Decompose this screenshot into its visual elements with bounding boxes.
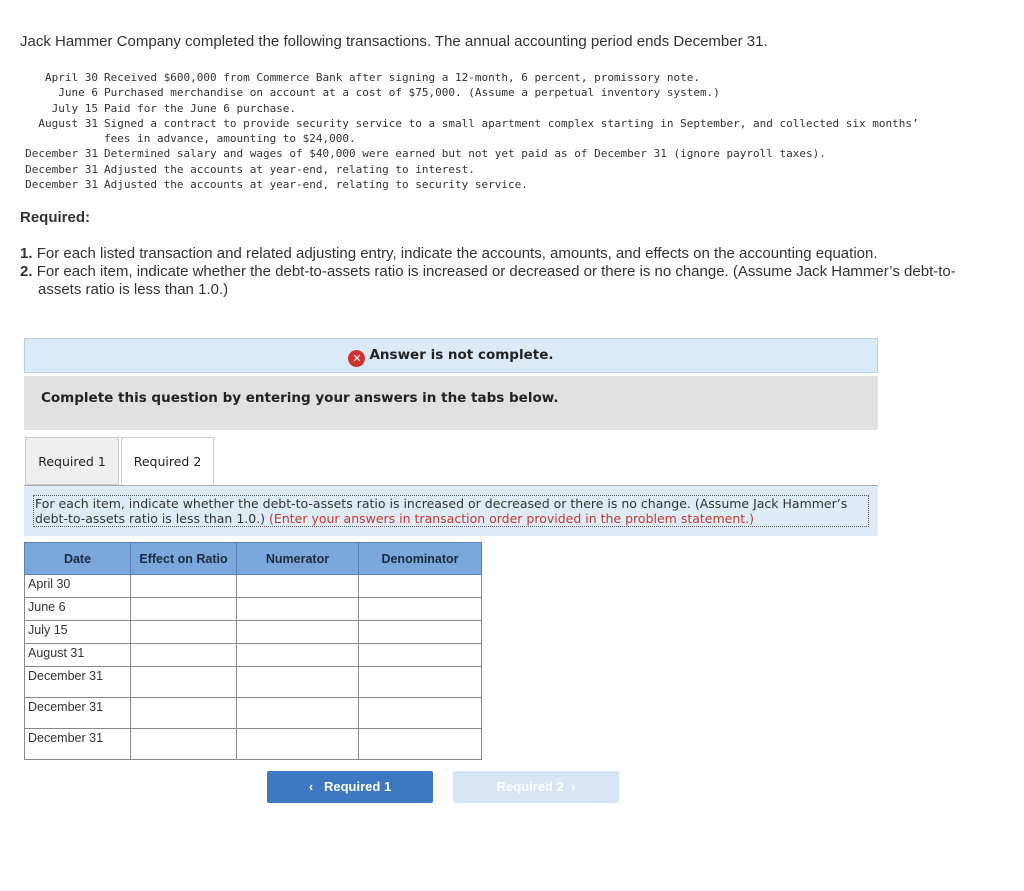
transaction-row: July 15 Paid for the June 6 purchase. bbox=[20, 101, 934, 116]
numerator-input[interactable] bbox=[236, 697, 359, 729]
denominator-input[interactable] bbox=[358, 597, 482, 621]
table-row: July 15 bbox=[24, 620, 482, 644]
table-row: June 6 bbox=[24, 597, 482, 621]
transaction-row: August 31 Signed a contract to provide se… bbox=[20, 116, 934, 147]
numerator-input[interactable] bbox=[236, 666, 359, 698]
date-cell: December 31 bbox=[24, 666, 131, 698]
numerator-input[interactable] bbox=[236, 574, 359, 598]
col-header-effect: Effect on Ratio bbox=[130, 542, 237, 575]
next-required-2-button[interactable]: Required 2 › bbox=[453, 771, 619, 803]
table-row: April 30 bbox=[24, 574, 482, 598]
denominator-input[interactable] bbox=[358, 697, 482, 729]
transaction-row: April 30 Received $600,000 from Commerce … bbox=[20, 70, 934, 85]
effect-input[interactable] bbox=[130, 728, 237, 760]
transaction-desc: Determined salary and wages of $40,000 w… bbox=[104, 147, 826, 161]
error-x-icon: ✕ bbox=[348, 350, 366, 367]
denominator-input[interactable] bbox=[358, 620, 482, 644]
col-header-denominator: Denominator bbox=[358, 542, 482, 575]
tab-required-2[interactable]: Required 2 bbox=[121, 437, 214, 486]
transaction-date: December 31 bbox=[25, 178, 98, 192]
date-cell: December 31 bbox=[24, 728, 131, 760]
transaction-desc: Paid for the June 6 purchase. bbox=[104, 101, 297, 115]
required-item-2: 2. For each item, indicate whether the d… bbox=[20, 263, 956, 298]
required-heading: Required: bbox=[20, 209, 91, 226]
transaction-list: April 30 Received $600,000 from Commerce … bbox=[20, 70, 934, 192]
transaction-row: June 6 Purchased merchandise on account a… bbox=[20, 85, 934, 100]
transaction-desc: Adjusted the accounts at year-end, relat… bbox=[104, 178, 528, 192]
denominator-input[interactable] bbox=[358, 643, 482, 667]
table-row: December 31 bbox=[24, 728, 482, 760]
tab-instruction: For each item, indicate whether the debt… bbox=[24, 485, 878, 536]
required-item-1: 1. For each listed transaction and relat… bbox=[20, 245, 878, 262]
effect-input[interactable] bbox=[130, 697, 237, 729]
numerator-input[interactable] bbox=[236, 620, 359, 644]
date-cell: August 31 bbox=[24, 643, 131, 667]
denominator-input[interactable] bbox=[358, 666, 482, 698]
transaction-date: July 15 bbox=[51, 101, 98, 115]
transaction-date: December 31 bbox=[25, 147, 98, 161]
transaction-date: June 6 bbox=[58, 86, 98, 100]
problem-intro: Jack Hammer Company completed the follow… bbox=[20, 33, 768, 50]
transaction-row: December 31 Adjusted the accounts at year… bbox=[20, 177, 934, 192]
transaction-row: December 31 Adjusted the accounts at year… bbox=[20, 162, 934, 177]
numerator-input[interactable] bbox=[236, 643, 359, 667]
effect-input[interactable] bbox=[130, 597, 237, 621]
answer-status-banner: ✕ Answer is not complete. bbox=[24, 338, 878, 373]
required-list: 1. For each listed transaction and relat… bbox=[20, 245, 960, 299]
col-header-numerator: Numerator bbox=[236, 542, 359, 575]
transaction-desc: Received $600,000 from Commerce Bank aft… bbox=[104, 71, 701, 84]
status-text: Answer is not complete. bbox=[369, 347, 554, 363]
date-cell: June 6 bbox=[24, 597, 131, 621]
effect-input[interactable] bbox=[130, 643, 237, 667]
prev-required-1-button[interactable]: ‹ Required 1 bbox=[267, 771, 433, 803]
numerator-input[interactable] bbox=[236, 597, 359, 621]
tab-required-1[interactable]: Required 1 bbox=[25, 437, 119, 485]
date-cell: December 31 bbox=[24, 697, 131, 729]
transaction-date: December 31 bbox=[25, 162, 98, 176]
table-row: August 31 bbox=[24, 643, 482, 667]
transaction-date: August 31 bbox=[38, 116, 98, 130]
effect-input[interactable] bbox=[130, 574, 237, 598]
table-row: December 31 bbox=[24, 666, 482, 698]
transaction-desc: Purchased merchandise on account at a co… bbox=[104, 86, 720, 100]
col-header-date: Date bbox=[24, 542, 131, 575]
transaction-date: April 30 bbox=[45, 71, 98, 84]
denominator-input[interactable] bbox=[358, 728, 482, 760]
effect-input[interactable] bbox=[130, 666, 237, 698]
transaction-row: December 31 Determined salary and wages o… bbox=[20, 146, 934, 161]
ratio-table: Date Effect on Ratio Numerator Denominat… bbox=[24, 542, 482, 760]
effect-input[interactable] bbox=[130, 620, 237, 644]
table-row: December 31 bbox=[24, 697, 482, 729]
denominator-input[interactable] bbox=[358, 574, 482, 598]
transaction-desc: Adjusted the accounts at year-end, relat… bbox=[104, 162, 475, 176]
transaction-desc: Signed a contract to provide security se… bbox=[104, 116, 919, 146]
date-cell: April 30 bbox=[24, 574, 131, 598]
numerator-input[interactable] bbox=[236, 728, 359, 760]
instruction-banner: Complete this question by entering your … bbox=[24, 376, 878, 430]
instruction-note: (Enter your answers in transaction order… bbox=[269, 511, 755, 526]
date-cell: July 15 bbox=[24, 620, 131, 644]
